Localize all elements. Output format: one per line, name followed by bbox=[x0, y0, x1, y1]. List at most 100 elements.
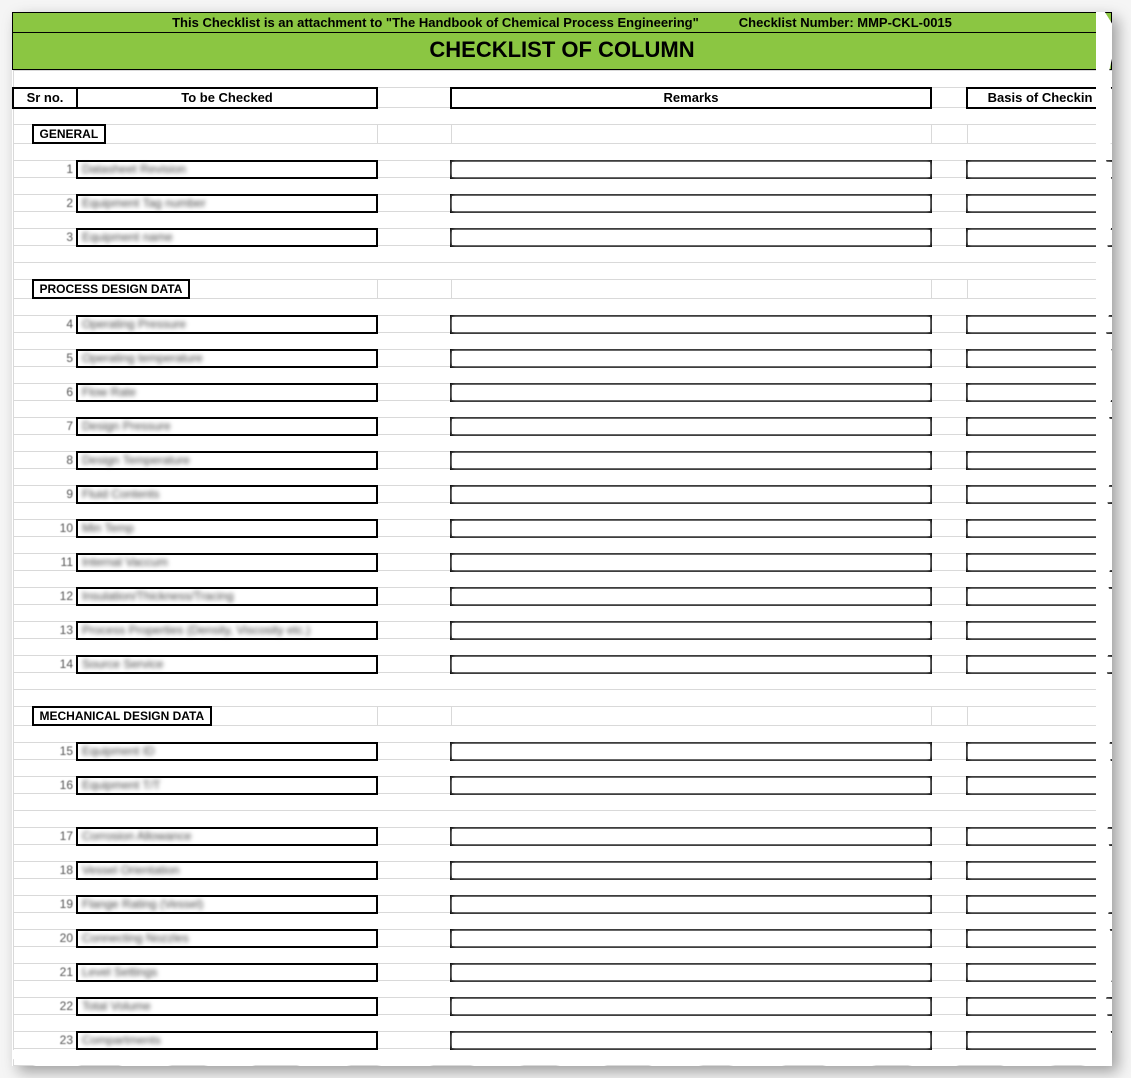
to-be-checked-cell[interactable]: Design Pressure bbox=[77, 418, 377, 435]
to-be-checked-cell[interactable]: Flow Rate bbox=[77, 384, 377, 401]
remarks-cell[interactable] bbox=[451, 384, 931, 401]
basis-cell[interactable] bbox=[967, 998, 1112, 1015]
basis-cell[interactable] bbox=[967, 486, 1112, 503]
row-number: 7 bbox=[13, 418, 77, 435]
basis-cell[interactable] bbox=[967, 520, 1112, 537]
row-number: 20 bbox=[13, 930, 77, 947]
basis-cell[interactable] bbox=[967, 828, 1112, 845]
header-to-be-checked: To be Checked bbox=[77, 88, 377, 108]
to-be-checked-cell[interactable]: Equipment name bbox=[77, 229, 377, 246]
basis-cell[interactable] bbox=[967, 384, 1112, 401]
remarks-cell[interactable] bbox=[451, 930, 931, 947]
to-be-checked-cell[interactable]: Min Temp bbox=[77, 520, 377, 537]
row-number: 22 bbox=[13, 998, 77, 1015]
to-be-checked-cell[interactable]: Source Service bbox=[77, 656, 377, 673]
remarks-cell[interactable] bbox=[451, 520, 931, 537]
to-be-checked-cell[interactable]: Vessel Orientation bbox=[77, 862, 377, 879]
to-be-checked-cell[interactable]: Equipment ID bbox=[77, 743, 377, 760]
remarks-cell[interactable] bbox=[451, 743, 931, 760]
remarks-cell[interactable] bbox=[451, 998, 931, 1015]
basis-cell[interactable] bbox=[967, 1032, 1112, 1049]
row-number: 6 bbox=[13, 384, 77, 401]
basis-cell[interactable] bbox=[967, 622, 1112, 639]
to-be-checked-cell[interactable]: Connecting Nozzles bbox=[77, 930, 377, 947]
basis-cell[interactable] bbox=[967, 896, 1112, 913]
section-label: PROCESS DESIGN DATA bbox=[32, 279, 191, 299]
basis-cell[interactable] bbox=[967, 930, 1112, 947]
checklist-sheet: This Checklist is an attachment to "The … bbox=[12, 12, 1112, 1066]
row-number: 9 bbox=[13, 486, 77, 503]
remarks-cell[interactable] bbox=[451, 588, 931, 605]
basis-cell[interactable] bbox=[967, 862, 1112, 879]
row-number: 3 bbox=[13, 229, 77, 246]
basis-cell[interactable] bbox=[967, 554, 1112, 571]
basis-cell[interactable] bbox=[967, 350, 1112, 367]
basis-cell[interactable] bbox=[967, 161, 1112, 178]
remarks-cell[interactable] bbox=[451, 350, 931, 367]
header-sr-no: Sr no. bbox=[13, 88, 77, 108]
checklist-number: Checklist Number: MMP-CKL-0015 bbox=[739, 15, 952, 30]
remarks-cell[interactable] bbox=[451, 195, 931, 212]
basis-cell[interactable] bbox=[967, 316, 1112, 333]
row-number: 4 bbox=[13, 316, 77, 333]
basis-cell[interactable] bbox=[967, 964, 1112, 981]
basis-cell[interactable] bbox=[967, 452, 1112, 469]
basis-cell[interactable] bbox=[967, 229, 1112, 246]
remarks-cell[interactable] bbox=[451, 964, 931, 981]
remarks-cell[interactable] bbox=[451, 486, 931, 503]
basis-cell[interactable] bbox=[967, 418, 1112, 435]
to-be-checked-cell[interactable]: Corrosion Allowance bbox=[77, 828, 377, 845]
section-header: PROCESS DESIGN DATA bbox=[13, 280, 377, 299]
attachment-banner: This Checklist is an attachment to "The … bbox=[12, 12, 1112, 33]
to-be-checked-cell[interactable]: Operating Pressure bbox=[77, 316, 377, 333]
to-be-checked-cell[interactable]: Fluid Contents bbox=[77, 486, 377, 503]
basis-cell[interactable] bbox=[967, 588, 1112, 605]
row-number: 18 bbox=[13, 862, 77, 879]
remarks-cell[interactable] bbox=[451, 554, 931, 571]
to-be-checked-cell[interactable]: Flange Rating (Vessel) bbox=[77, 896, 377, 913]
checklist-grid: Sr no.To be Checked Remarks Basis of Check… bbox=[12, 70, 1112, 1066]
remarks-cell[interactable] bbox=[451, 622, 931, 639]
to-be-checked-cell[interactable]: Equipment Tag number bbox=[77, 195, 377, 212]
row-number: 11 bbox=[13, 554, 77, 571]
row-number: 23 bbox=[13, 1032, 77, 1049]
row-number: 13 bbox=[13, 622, 77, 639]
row-number: 16 bbox=[13, 777, 77, 794]
remarks-cell[interactable] bbox=[451, 828, 931, 845]
row-number: 15 bbox=[13, 743, 77, 760]
to-be-checked-cell[interactable]: Level Settings bbox=[77, 964, 377, 981]
to-be-checked-cell[interactable]: Process Properties (Density, Viscosity e… bbox=[77, 622, 377, 639]
remarks-cell[interactable] bbox=[451, 418, 931, 435]
to-be-checked-cell[interactable]: Compartments bbox=[77, 1032, 377, 1049]
row-number: 5 bbox=[13, 350, 77, 367]
remarks-cell[interactable] bbox=[451, 656, 931, 673]
to-be-checked-cell[interactable]: Internal Vaccum bbox=[77, 554, 377, 571]
basis-cell[interactable] bbox=[967, 743, 1112, 760]
remarks-cell[interactable] bbox=[451, 896, 931, 913]
to-be-checked-cell[interactable]: Equipment T/T bbox=[77, 777, 377, 794]
row-number: 2 bbox=[13, 195, 77, 212]
basis-cell[interactable] bbox=[967, 195, 1112, 212]
section-header: MECHANICAL DESIGN DATA bbox=[13, 707, 377, 726]
to-be-checked-cell[interactable]: Design Temperature bbox=[77, 452, 377, 469]
remarks-cell[interactable] bbox=[451, 777, 931, 794]
to-be-checked-cell[interactable]: Total Volume bbox=[77, 998, 377, 1015]
remarks-cell[interactable] bbox=[451, 316, 931, 333]
remarks-cell[interactable] bbox=[451, 452, 931, 469]
to-be-checked-cell[interactable]: Insulation/Thickness/Tracing bbox=[77, 588, 377, 605]
to-be-checked-cell[interactable]: Operating temperature bbox=[77, 350, 377, 367]
header-remarks: Remarks bbox=[451, 88, 931, 108]
row-number: 14 bbox=[13, 656, 77, 673]
remarks-cell[interactable] bbox=[451, 161, 931, 178]
to-be-checked-cell[interactable]: Datasheet Revision bbox=[77, 161, 377, 178]
row-number: 10 bbox=[13, 520, 77, 537]
basis-cell[interactable] bbox=[967, 777, 1112, 794]
header-basis: Basis of Checkin bbox=[967, 88, 1112, 108]
basis-cell[interactable] bbox=[967, 656, 1112, 673]
remarks-cell[interactable] bbox=[451, 1032, 931, 1049]
remarks-cell[interactable] bbox=[451, 229, 931, 246]
remarks-cell[interactable] bbox=[451, 862, 931, 879]
attachment-text: This Checklist is an attachment to "The … bbox=[172, 15, 699, 30]
section-header: GENERAL bbox=[13, 125, 377, 144]
row-number: 12 bbox=[13, 588, 77, 605]
